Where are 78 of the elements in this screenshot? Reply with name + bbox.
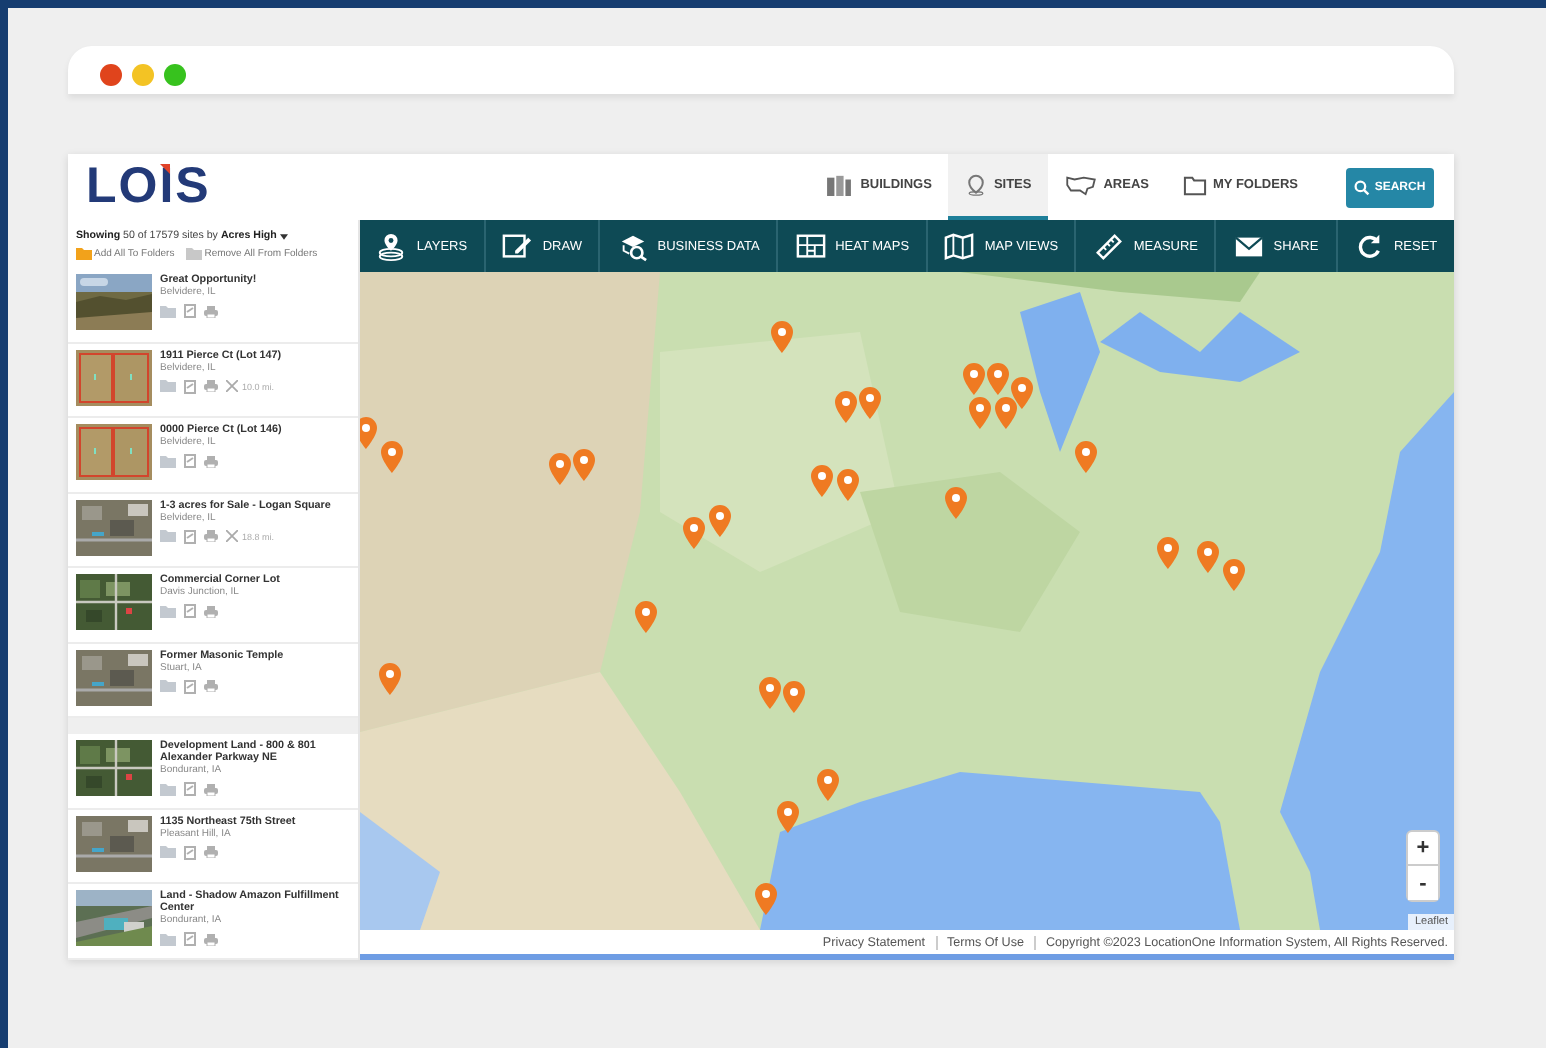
folder-icon: [76, 248, 92, 260]
folder-icon[interactable]: [160, 605, 176, 617]
folder-icon[interactable]: [160, 530, 176, 542]
map-marker-icon[interactable]: [1156, 536, 1180, 570]
buildings-icon: [824, 174, 855, 196]
document-icon[interactable]: [184, 782, 196, 796]
pencil-icon: [502, 231, 533, 261]
folder-icon[interactable]: [160, 380, 176, 392]
map-marker-icon[interactable]: [944, 486, 968, 520]
map-marker-icon[interactable]: [836, 468, 860, 502]
distance-icon: [226, 380, 238, 392]
map-marker-icon[interactable]: [572, 448, 596, 482]
search-icon: [1354, 180, 1371, 196]
map-marker-icon[interactable]: [858, 386, 882, 420]
distance-icon: [226, 530, 238, 542]
map-marker-icon[interactable]: [776, 800, 800, 834]
map-marker-icon[interactable]: [994, 396, 1018, 430]
printer-icon[interactable]: [204, 846, 218, 858]
pin-icon: [963, 174, 988, 196]
map-marker-icon[interactable]: [810, 464, 834, 498]
map-outline-icon: [1063, 174, 1098, 196]
map-marker-icon[interactable]: [378, 662, 402, 696]
folder-icon[interactable]: [160, 680, 176, 692]
map-marker-icon[interactable]: [548, 452, 572, 486]
map-marker-icon[interactable]: [1196, 540, 1220, 574]
triangle-icon: [160, 164, 170, 174]
printer-icon[interactable]: [204, 605, 218, 617]
printer-icon[interactable]: [204, 455, 218, 467]
map-marker-icon[interactable]: [962, 362, 986, 396]
map-marker-icon[interactable]: [380, 440, 404, 474]
printer-icon[interactable]: [204, 530, 218, 542]
folder-icon[interactable]: [160, 933, 176, 945]
map-marker-icon[interactable]: [834, 390, 858, 424]
map-marker-icon[interactable]: [1010, 376, 1034, 410]
caret-icon[interactable]: [280, 233, 289, 239]
map-marker-icon[interactable]: [708, 504, 732, 538]
ruler-icon: [1093, 231, 1124, 261]
envelope-icon: [1233, 231, 1264, 261]
folder-icon[interactable]: [160, 455, 176, 467]
window-control-dot[interactable]: [100, 64, 122, 86]
folder-icon[interactable]: [160, 783, 176, 795]
folder-icon[interactable]: [160, 846, 176, 858]
map-marker-icon[interactable]: [634, 600, 658, 634]
document-icon[interactable]: [184, 304, 196, 318]
window-control-dot[interactable]: [164, 64, 186, 86]
map-marker-icon[interactable]: [1222, 558, 1246, 592]
printer-icon[interactable]: [204, 783, 218, 795]
reset-icon: [1353, 231, 1384, 261]
map-marker-icon[interactable]: [968, 396, 992, 430]
map-icon: [944, 231, 975, 261]
document-icon[interactable]: [184, 604, 196, 618]
printer-icon[interactable]: [204, 305, 218, 317]
logo[interactable]: LOIS: [86, 158, 211, 214]
printer-icon[interactable]: [204, 380, 218, 392]
layers-icon: [376, 231, 407, 261]
grid-icon: [795, 231, 826, 261]
printer-icon[interactable]: [204, 933, 218, 945]
magnifier-icon: [617, 231, 648, 261]
document-icon[interactable]: [184, 529, 196, 543]
map-marker-icon[interactable]: [770, 320, 794, 354]
window-control-dot[interactable]: [132, 64, 154, 86]
document-icon[interactable]: [184, 454, 196, 468]
folder-icon[interactable]: [160, 305, 176, 317]
map-marker-icon[interactable]: [682, 516, 706, 550]
map-marker-icon[interactable]: [758, 676, 782, 710]
map-marker-icon[interactable]: [782, 680, 806, 714]
document-icon[interactable]: [184, 679, 196, 693]
map-marker-icon[interactable]: [816, 768, 840, 802]
map-marker-icon[interactable]: [754, 882, 778, 916]
map-marker-icon[interactable]: [1074, 440, 1098, 474]
document-icon[interactable]: [184, 932, 196, 946]
document-icon[interactable]: [184, 845, 196, 859]
folder-icon: [1181, 174, 1207, 196]
map-marker-icon[interactable]: [986, 362, 1010, 396]
printer-icon[interactable]: [204, 680, 218, 692]
folder-icon: [186, 248, 203, 260]
document-icon[interactable]: [184, 379, 196, 393]
map-marker-icon[interactable]: [360, 416, 378, 450]
